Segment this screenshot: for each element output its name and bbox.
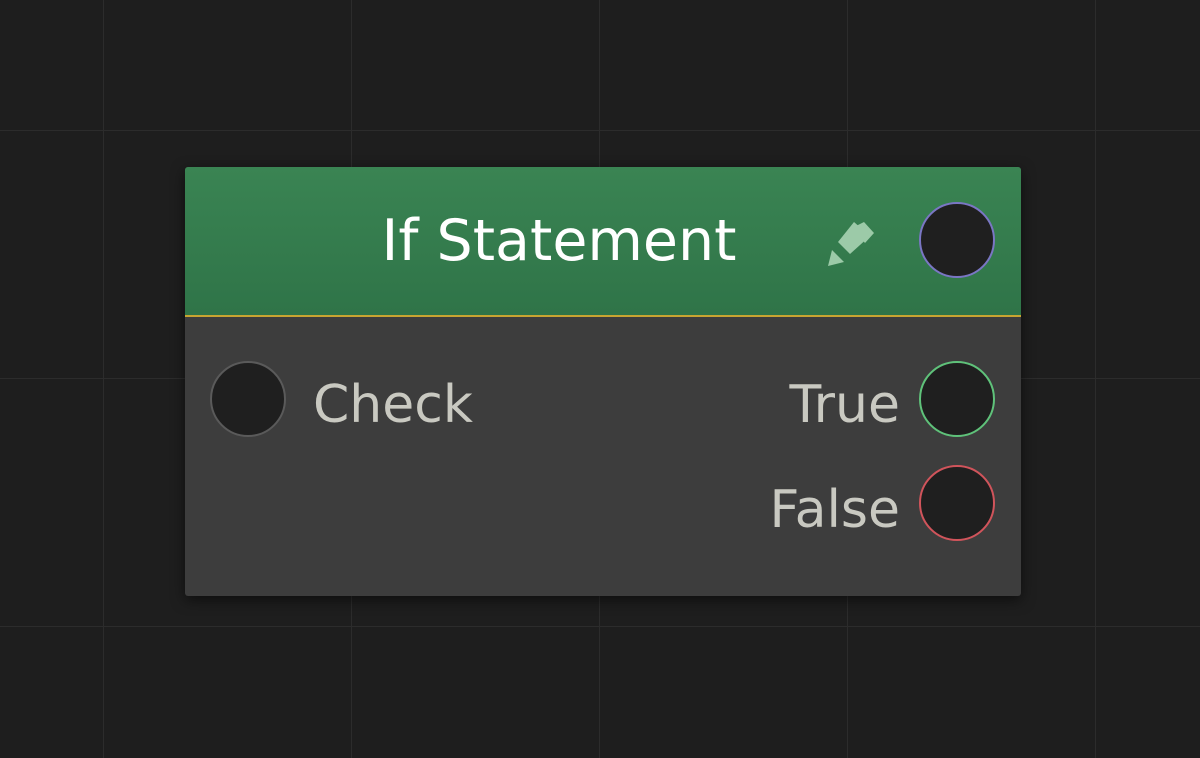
pencil-icon[interactable] [826,216,882,268]
check-label: Check [313,375,473,435]
false-output-socket[interactable] [919,465,995,541]
node-editor-canvas[interactable]: If Statement Check True False [0,0,1200,758]
false-label: False [769,480,900,540]
check-input-socket[interactable] [210,361,286,437]
node-title: If Statement [381,208,737,274]
header-output-socket[interactable] [919,202,995,278]
node-header[interactable]: If Statement [185,167,1021,317]
true-label: True [789,375,900,435]
true-output-socket[interactable] [919,361,995,437]
